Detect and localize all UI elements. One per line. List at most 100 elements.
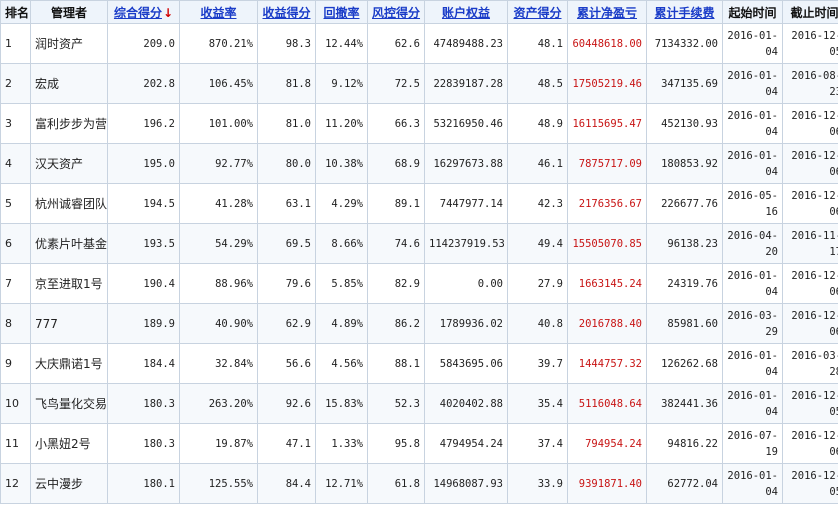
equity-cell: 7447977.14 — [424, 183, 508, 224]
net-profit-cell: 17505219.46 — [567, 63, 647, 104]
composite-score-cell: 194.5 — [107, 183, 180, 224]
asset-score-cell: 42.3 — [507, 183, 568, 224]
equity-cell: 47489488.23 — [424, 23, 508, 64]
manager-cell: 润时资产 — [30, 23, 108, 64]
rank-cell: 9 — [0, 343, 31, 384]
sort-desc-arrow-icon: ↓ — [162, 5, 174, 20]
header-return-score[interactable]: 收益得分 — [257, 0, 316, 24]
composite-score-cell: 196.2 — [107, 103, 180, 144]
return-score-cell: 63.1 — [257, 183, 316, 224]
return-rate-cell: 54.29% — [179, 223, 258, 264]
table-row: 2 宏成 202.8 106.45% 81.8 9.12% 72.5 22839… — [0, 63, 838, 104]
return-rate-cell: 40.90% — [179, 303, 258, 344]
header-fees[interactable]: 累计手续费 — [646, 0, 723, 24]
return-score-cell: 47.1 — [257, 423, 316, 464]
end-time-cell: 2016-12-06 — [782, 143, 838, 184]
table-row: 6 优素片叶基金 193.5 54.29% 69.5 8.66% 74.6 11… — [0, 223, 838, 264]
asset-score-cell: 33.9 — [507, 463, 568, 504]
return-rate-cell: 106.45% — [179, 63, 258, 104]
header-composite-score[interactable]: 综合得分↓ — [107, 0, 180, 24]
manager-cell: 优素片叶基金 — [30, 223, 108, 264]
start-time-cell: 2016-07- 19 — [722, 423, 783, 464]
net-profit-cell: 16115695.47 — [567, 103, 647, 144]
start-time-cell: 2016-01- 04 — [722, 263, 783, 304]
rank-cell: 6 — [0, 223, 31, 264]
composite-score-cell: 180.3 — [107, 423, 180, 464]
table-row: 12 云中漫步 180.1 125.55% 84.4 12.71% 61.8 1… — [0, 463, 838, 504]
drawdown-cell: 1.33% — [315, 423, 368, 464]
return-score-cell: 80.0 — [257, 143, 316, 184]
risk-score-cell: 68.9 — [367, 143, 425, 184]
fees-cell: 62772.04 — [646, 463, 723, 504]
start-time-cell: 2016-03- 29 — [722, 303, 783, 344]
header-return-rate[interactable]: 收益率 — [179, 0, 258, 24]
header-start-time: 起始时间 — [722, 0, 783, 24]
manager-cell: 宏成 — [30, 63, 108, 104]
header-asset-score[interactable]: 资产得分 — [507, 0, 568, 24]
composite-score-cell: 195.0 — [107, 143, 180, 184]
drawdown-cell: 4.56% — [315, 343, 368, 384]
manager-cell: 汉天资产 — [30, 143, 108, 184]
header-drawdown[interactable]: 回撤率 — [315, 0, 368, 24]
return-rate-cell: 101.00% — [179, 103, 258, 144]
end-time-cell: 2016-12-06 — [782, 423, 838, 464]
asset-score-cell: 48.9 — [507, 103, 568, 144]
manager-cell: 云中漫步 — [30, 463, 108, 504]
equity-cell: 4020402.88 — [424, 383, 508, 424]
header-risk-score[interactable]: 风控得分 — [367, 0, 425, 24]
drawdown-cell: 4.29% — [315, 183, 368, 224]
end-time-cell: 2016-12-06 — [782, 303, 838, 344]
risk-score-cell: 72.5 — [367, 63, 425, 104]
header-net-profit[interactable]: 累计净盈亏 — [567, 0, 647, 24]
return-rate-cell: 19.87% — [179, 423, 258, 464]
risk-score-cell: 62.6 — [367, 23, 425, 64]
asset-score-cell: 39.7 — [507, 343, 568, 384]
equity-cell: 22839187.28 — [424, 63, 508, 104]
return-score-cell: 69.5 — [257, 223, 316, 264]
rank-cell: 1 — [0, 23, 31, 64]
start-time-cell: 2016-04- 20 — [722, 223, 783, 264]
end-time-cell: 2016-11-17 — [782, 223, 838, 264]
start-time-cell: 2016-01- 04 — [722, 143, 783, 184]
equity-cell: 16297673.88 — [424, 143, 508, 184]
rank-cell: 8 — [0, 303, 31, 344]
rank-cell: 11 — [0, 423, 31, 464]
rank-cell: 12 — [0, 463, 31, 504]
drawdown-cell: 12.44% — [315, 23, 368, 64]
manager-cell: 小黑妞2号 — [30, 423, 108, 464]
return-rate-cell: 125.55% — [179, 463, 258, 504]
net-profit-cell: 9391871.40 — [567, 463, 647, 504]
net-profit-cell: 15505070.85 — [567, 223, 647, 264]
composite-score-cell: 180.1 — [107, 463, 180, 504]
start-time-cell: 2016-01- 04 — [722, 343, 783, 384]
header-equity[interactable]: 账户权益 — [424, 0, 508, 24]
fees-cell: 94816.22 — [646, 423, 723, 464]
risk-score-cell: 86.2 — [367, 303, 425, 344]
risk-score-cell: 95.8 — [367, 423, 425, 464]
composite-score-cell: 180.3 — [107, 383, 180, 424]
table-row: 11 小黑妞2号 180.3 19.87% 47.1 1.33% 95.8 47… — [0, 423, 838, 464]
composite-score-cell: 189.9 — [107, 303, 180, 344]
fees-cell: 452130.93 — [646, 103, 723, 144]
return-rate-cell: 263.20% — [179, 383, 258, 424]
equity-cell: 4794954.24 — [424, 423, 508, 464]
end-time-cell: 2016-03-28 — [782, 343, 838, 384]
start-time-cell: 2016-01- 04 — [722, 383, 783, 424]
manager-cell: 杭州诚睿团队 — [30, 183, 108, 224]
drawdown-cell: 11.20% — [315, 103, 368, 144]
fees-cell: 347135.69 — [646, 63, 723, 104]
table-row: 7 京至进取1号 190.4 88.96% 79.6 5.85% 82.9 0.… — [0, 263, 838, 304]
risk-score-cell: 52.3 — [367, 383, 425, 424]
risk-score-cell: 66.3 — [367, 103, 425, 144]
end-time-cell: 2016-12-05 — [782, 383, 838, 424]
end-time-cell: 2016-12-05 — [782, 463, 838, 504]
end-time-cell: 2016-08-23 — [782, 63, 838, 104]
drawdown-cell: 9.12% — [315, 63, 368, 104]
end-time-cell: 2016-12-06 — [782, 263, 838, 304]
return-score-cell: 98.3 — [257, 23, 316, 64]
manager-cell: 京至进取1号 — [30, 263, 108, 304]
end-time-cell: 2016-12-06 — [782, 183, 838, 224]
drawdown-cell: 15.83% — [315, 383, 368, 424]
table-header-row: 排名 管理者 综合得分↓ 收益率 收益得分 回撤率 风控得分 账户权益 资产得分… — [0, 0, 838, 24]
table-row: 8 777 189.9 40.90% 62.9 4.89% 86.2 17899… — [0, 303, 838, 344]
